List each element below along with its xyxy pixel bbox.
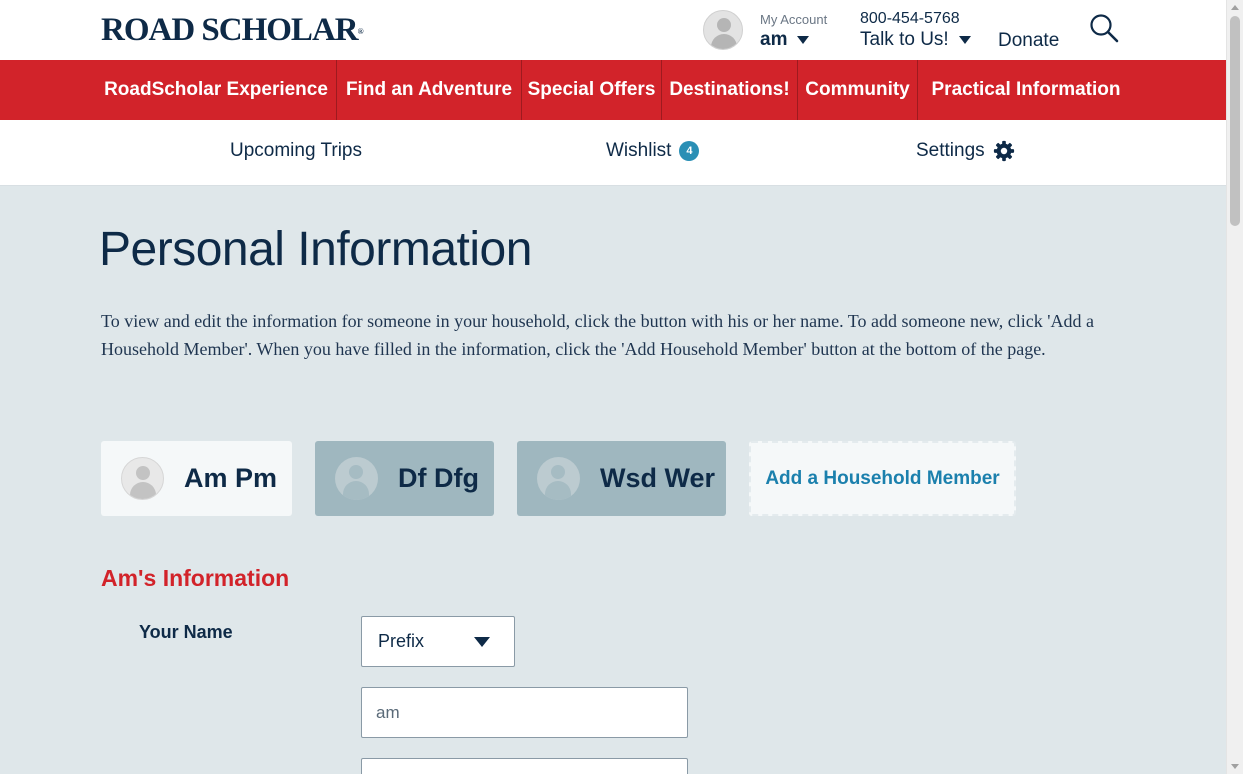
scrollbar-thumb[interactable] (1230, 16, 1240, 226)
member-name: Wsd Wer (600, 463, 716, 493)
upcoming-trips-link[interactable]: Upcoming Trips (230, 140, 362, 162)
intro-text: To view and edit the information for som… (101, 311, 1094, 359)
member-name: Am Pm (184, 463, 278, 493)
account-avatar-icon[interactable] (703, 10, 743, 50)
main-navigation: RoadScholar Experience Find an Adventure… (0, 60, 1226, 120)
phone-number[interactable]: 800-454-5768 (860, 10, 960, 28)
middle-name-field[interactable] (361, 758, 688, 774)
nav-roadscholar-experience[interactable]: RoadScholar Experience (96, 60, 336, 120)
wishlist-count-badge: 4 (679, 141, 700, 161)
section-title: Am's Information (101, 565, 290, 591)
prefix-select[interactable]: Prefix (361, 616, 515, 667)
settings-label: Settings (916, 140, 985, 161)
nav-practical-information[interactable]: Practical Information (918, 60, 1134, 120)
avatar-icon (121, 457, 164, 500)
gear-icon (993, 140, 1014, 162)
nav-special-offers[interactable]: Special Offers (522, 60, 661, 120)
wishlist-link[interactable]: Wishlist 4 (606, 140, 700, 162)
nav-community[interactable]: Community (798, 60, 917, 120)
prefix-value: Prefix (378, 631, 425, 651)
scroll-down-icon[interactable] (1231, 764, 1239, 769)
your-name-label: Your Name (139, 622, 233, 642)
avatar-icon (335, 457, 378, 500)
my-account-label: My Account (760, 12, 828, 27)
top-header: ROAD SCHOLAR® My Account am 800-454-5768… (0, 0, 1226, 60)
household-member-button[interactable]: Wsd Wer (517, 441, 726, 516)
chevron-down-icon (797, 36, 810, 44)
settings-link[interactable]: Settings (916, 140, 1015, 162)
search-icon[interactable] (1089, 13, 1119, 43)
page-scrollbar[interactable] (1226, 0, 1243, 774)
member-name: Df Dfg (398, 463, 479, 493)
nav-destinations[interactable]: Destinations! (662, 60, 797, 120)
upcoming-trips-label: Upcoming Trips (230, 140, 362, 161)
donate-link[interactable]: Donate (998, 30, 1059, 52)
nav-find-an-adventure[interactable]: Find an Adventure (337, 60, 521, 120)
first-name-field[interactable] (361, 687, 688, 738)
household-member-button[interactable]: Df Dfg (315, 441, 494, 516)
add-household-member-button[interactable]: Add a Household Member (749, 441, 1016, 516)
talk-to-us-label: Talk to Us! (860, 29, 949, 50)
road-scholar-logo[interactable]: ROAD SCHOLAR® (101, 14, 364, 47)
avatar-icon (537, 457, 580, 500)
chevron-down-icon (958, 36, 971, 44)
wishlist-label: Wishlist (606, 140, 672, 161)
account-name: am (760, 29, 788, 50)
scroll-up-icon[interactable] (1231, 5, 1239, 10)
talk-to-us-menu[interactable]: Talk to Us! (860, 29, 971, 51)
account-menu[interactable]: am (760, 29, 810, 51)
account-subnav: Upcoming Trips Wishlist 4 Settings (0, 120, 1226, 186)
chevron-down-icon (474, 636, 490, 647)
page-title: Personal Information (99, 223, 532, 276)
household-member-button[interactable]: Am Pm (101, 441, 292, 516)
